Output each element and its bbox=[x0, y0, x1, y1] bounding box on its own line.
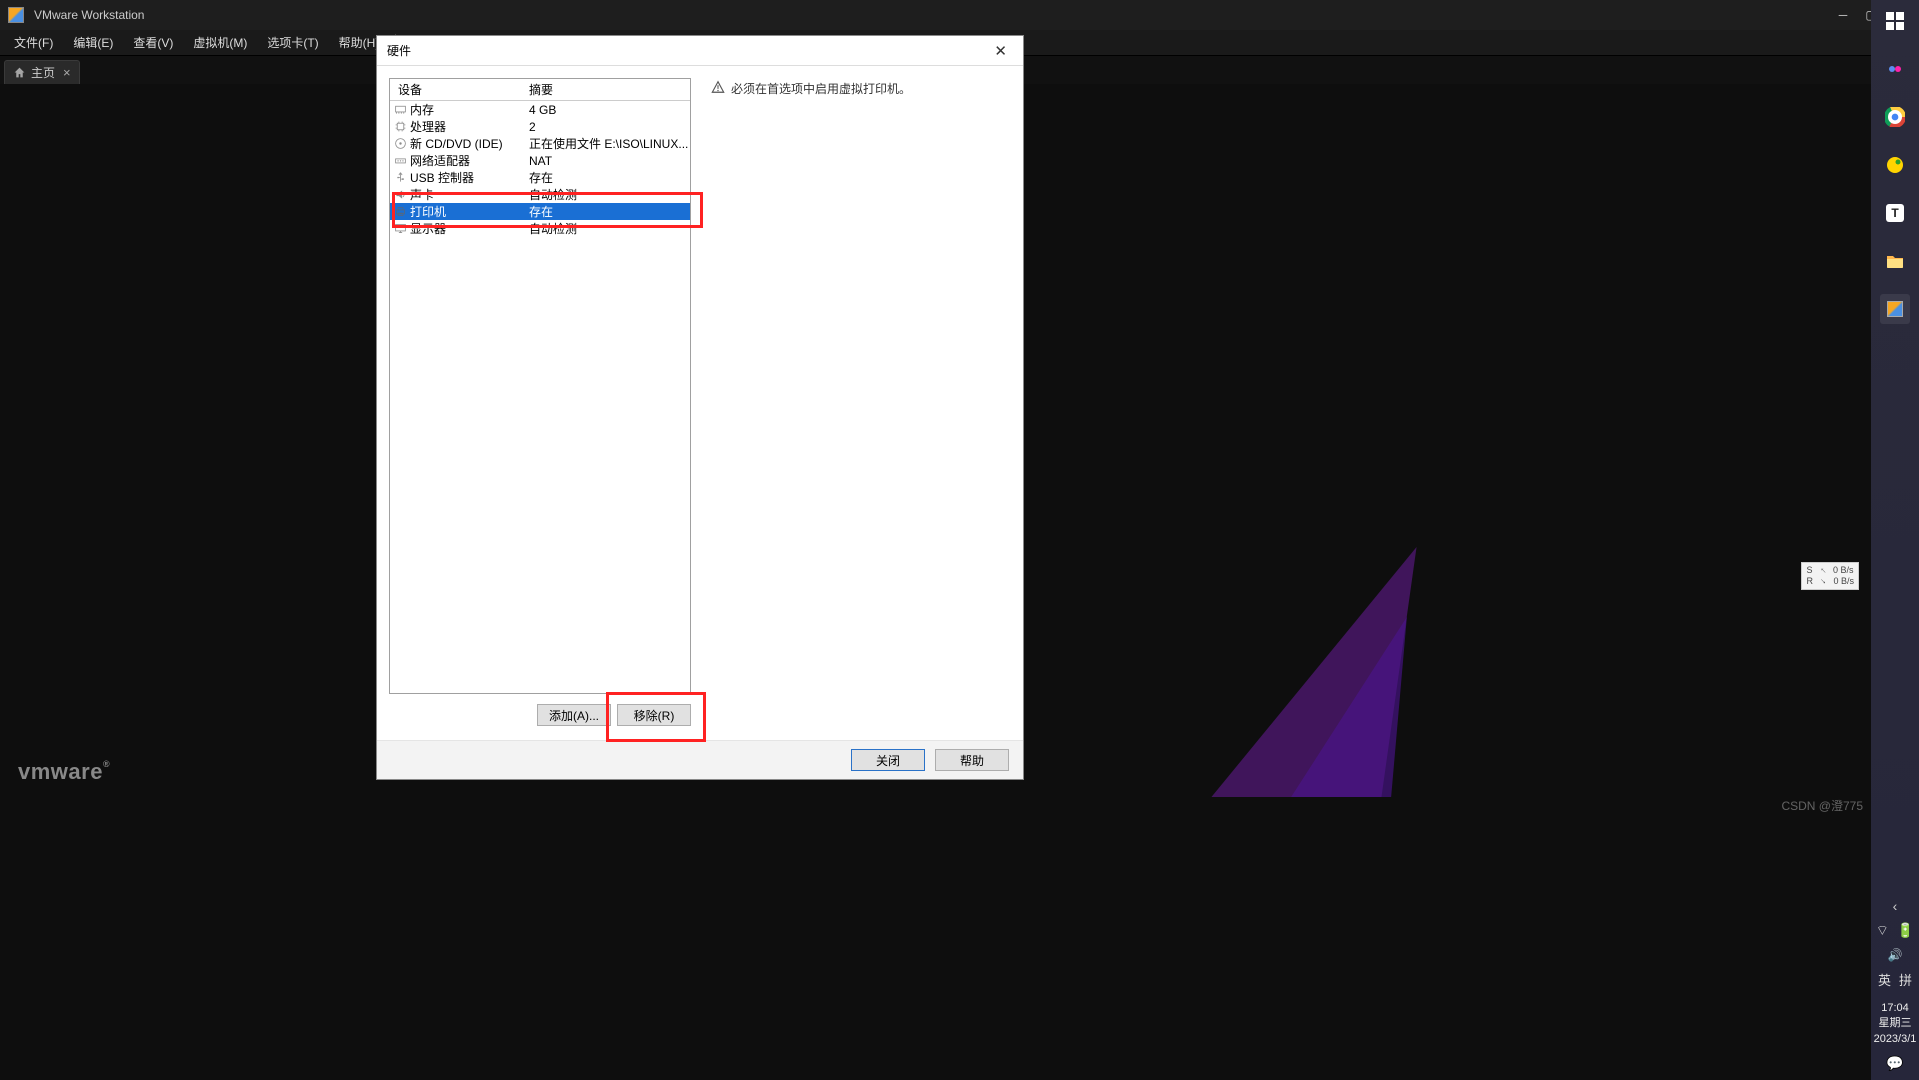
tab-close-button[interactable]: × bbox=[63, 66, 71, 79]
net-icon bbox=[394, 154, 407, 167]
windows-logo-icon bbox=[1886, 12, 1904, 30]
device-summary: NAT bbox=[525, 154, 690, 168]
taskbar-clock[interactable]: 17:04 星期三 2023/3/1 bbox=[1874, 1001, 1917, 1047]
memory-icon bbox=[394, 103, 407, 116]
minimize-button[interactable]: ─ bbox=[1831, 4, 1855, 26]
menu-edit[interactable]: 编辑(E) bbox=[63, 31, 123, 54]
usb-icon bbox=[394, 171, 407, 184]
device-name: USB 控制器 bbox=[410, 169, 474, 186]
device-summary: 自动检测 bbox=[525, 186, 690, 203]
dialog-footer: 关闭 帮助 bbox=[377, 741, 1023, 779]
copilot-icon bbox=[1886, 60, 1904, 78]
vmware-icon bbox=[1887, 301, 1903, 317]
yellow-app-icon bbox=[1886, 156, 1904, 174]
device-name: 网络适配器 bbox=[410, 152, 470, 169]
menu-view[interactable]: 查看(V) bbox=[123, 31, 183, 54]
clock-date: 2023/3/1 bbox=[1874, 1032, 1917, 1047]
remove-button[interactable]: 移除(R) bbox=[617, 704, 691, 726]
chrome-icon bbox=[1885, 107, 1905, 127]
device-row-printer[interactable]: 打印机 存在 bbox=[390, 203, 690, 220]
taskbar-app-yellow[interactable] bbox=[1880, 150, 1910, 180]
taskbar-vmware[interactable] bbox=[1880, 294, 1910, 324]
tab-home-label: 主页 bbox=[31, 64, 55, 81]
device-row-sound[interactable]: 声卡 自动检测 bbox=[390, 186, 690, 203]
volume-icon[interactable]: 🔊 bbox=[1888, 948, 1903, 962]
dialog-close-button[interactable]: ✕ bbox=[988, 40, 1013, 62]
device-row-net[interactable]: 网络适配器 NAT bbox=[390, 152, 690, 169]
taskbar-text-app[interactable]: T bbox=[1880, 198, 1910, 228]
folder-icon bbox=[1886, 253, 1904, 269]
tab-home[interactable]: 主页 × bbox=[4, 60, 80, 84]
device-name: 内存 bbox=[410, 101, 434, 118]
notification-icon[interactable]: 💬 bbox=[1886, 1055, 1903, 1072]
printer-warning: 必须在首选项中启用虚拟打印机。 bbox=[711, 80, 1009, 97]
network-speed-widget[interactable]: S↑0 B/s R↑0 B/s bbox=[1801, 562, 1859, 590]
dialog-header[interactable]: 硬件 ✕ bbox=[377, 36, 1023, 66]
titlebar: VMware Workstation ─ ▢ ✕ bbox=[0, 0, 1919, 30]
printer-icon bbox=[394, 205, 407, 218]
menu-vm[interactable]: 虚拟机(M) bbox=[183, 31, 257, 54]
device-summary: 自动检测 bbox=[525, 220, 690, 237]
wifi-icon[interactable]: ⌔ bbox=[1876, 922, 1889, 940]
device-row-display[interactable]: 显示器 自动检测 bbox=[390, 220, 690, 237]
vmware-logo: vmware® bbox=[18, 759, 110, 785]
taskbar-chrome[interactable] bbox=[1880, 102, 1910, 132]
device-summary: 存在 bbox=[525, 203, 690, 220]
device-row-disc[interactable]: 新 CD/DVD (IDE) 正在使用文件 E:\ISO\LINUX... bbox=[390, 135, 690, 152]
device-summary: 正在使用文件 E:\ISO\LINUX... bbox=[525, 135, 690, 152]
add-button[interactable]: 添加(A)... bbox=[537, 704, 611, 726]
device-summary: 2 bbox=[525, 120, 690, 134]
decoration-triangle-2 bbox=[1291, 617, 1407, 797]
device-name: 声卡 bbox=[410, 186, 434, 203]
clock-time: 17:04 bbox=[1874, 1001, 1917, 1016]
ime-mode[interactable]: 拼 bbox=[1899, 970, 1912, 989]
device-row-memory[interactable]: 内存 4 GB bbox=[390, 101, 690, 118]
tray-expand[interactable]: ‹ bbox=[1893, 898, 1898, 914]
cpu-icon bbox=[394, 120, 407, 133]
clock-weekday: 星期三 bbox=[1874, 1016, 1917, 1031]
device-list[interactable]: 设备 摘要 内存 4 GB 处理器 2 新 CD/DVD (IDE) 正在使用文件 E:\… bbox=[389, 78, 691, 694]
warning-text: 必须在首选项中启用虚拟打印机。 bbox=[731, 80, 911, 97]
battery-icon[interactable]: 🔋 bbox=[1897, 922, 1914, 940]
device-summary: 4 GB bbox=[525, 103, 690, 117]
home-icon bbox=[13, 66, 26, 79]
header-device[interactable]: 设备 bbox=[390, 81, 525, 98]
device-summary: 存在 bbox=[525, 169, 690, 186]
close-dialog-button[interactable]: 关闭 bbox=[851, 749, 925, 771]
device-name: 新 CD/DVD (IDE) bbox=[410, 135, 503, 152]
device-name: 处理器 bbox=[410, 118, 446, 135]
svg-text:T: T bbox=[1891, 206, 1899, 220]
device-row-cpu[interactable]: 处理器 2 bbox=[390, 118, 690, 135]
text-app-icon: T bbox=[1886, 204, 1904, 222]
vmware-app-icon bbox=[8, 7, 24, 23]
app-title: VMware Workstation bbox=[34, 8, 144, 22]
menu-file[interactable]: 文件(F) bbox=[4, 31, 63, 54]
device-detail-pane: 必须在首选项中启用虚拟打印机。 bbox=[703, 78, 1011, 728]
device-name: 显示器 bbox=[410, 220, 446, 237]
device-name: 打印机 bbox=[410, 203, 446, 220]
ime-lang[interactable]: 英 bbox=[1878, 970, 1891, 989]
display-icon bbox=[394, 222, 407, 235]
start-button[interactable] bbox=[1880, 6, 1910, 36]
csdn-watermark: CSDN @澄775 bbox=[1781, 797, 1863, 814]
menu-tabs[interactable]: 选项卡(T) bbox=[257, 31, 328, 54]
system-tray: ‹ ⌔ 🔋 🔊 英 拼 17:04 星期三 2023/3/1 💬 bbox=[1871, 898, 1919, 1080]
taskbar-copilot[interactable] bbox=[1880, 54, 1910, 84]
device-row-usb[interactable]: USB 控制器 存在 bbox=[390, 169, 690, 186]
device-list-header: 设备 摘要 bbox=[390, 79, 690, 101]
dialog-title: 硬件 bbox=[387, 42, 988, 59]
disc-icon bbox=[394, 137, 407, 150]
taskbar-explorer[interactable] bbox=[1880, 246, 1910, 276]
warning-icon bbox=[711, 80, 725, 94]
help-button[interactable]: 帮助 bbox=[935, 749, 1009, 771]
hardware-dialog: 硬件 ✕ 设备 摘要 内存 4 GB 处理器 2 新 CD/DVD (IDE) 正在使用文… bbox=[376, 35, 1024, 780]
sound-icon bbox=[394, 188, 407, 201]
header-summary[interactable]: 摘要 bbox=[525, 81, 690, 98]
